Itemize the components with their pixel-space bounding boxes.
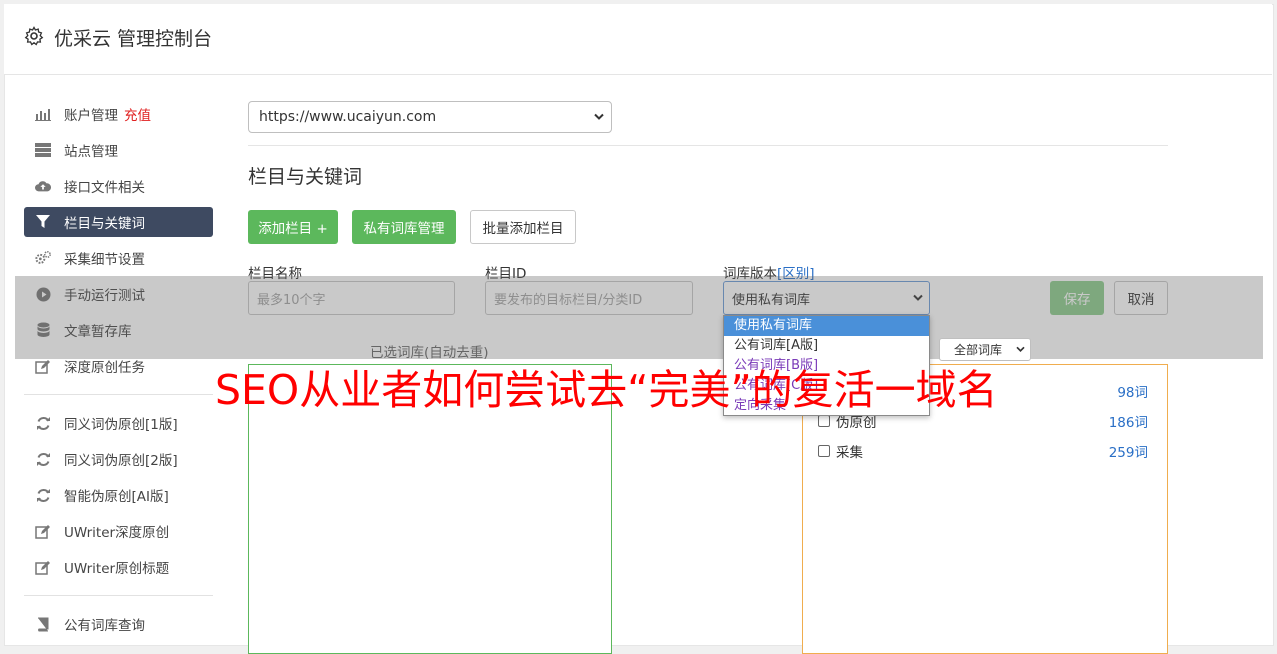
chevron-down-icon [594, 113, 604, 120]
dim-overlay-band [15, 276, 1263, 359]
sidebar-item-label: 栏目与关键词 [64, 216, 145, 232]
sidebar-item-label: 智能伪原创[AI版] [64, 489, 169, 505]
sidebar-item-collect-settings[interactable]: 采集细节设置 [24, 243, 213, 273]
sidebar-item-ai-original[interactable]: 智能伪原创[AI版] [24, 480, 213, 510]
book-icon [35, 616, 51, 632]
edit-icon [35, 559, 51, 575]
sidebar-item-synonym-2[interactable]: 同义词伪原创[2版] [24, 444, 213, 474]
chevron-down-icon [1016, 346, 1025, 353]
sidebar-item-uwriter-title[interactable]: UWriter原创标题 [24, 552, 213, 582]
overlay-caption: SEO从业者如何尝试去“完美”的复活一域名 [215, 366, 998, 414]
console-title: 优采云 管理控制台 [54, 28, 213, 50]
sidebar-item-label: 深度原创任务 [64, 360, 145, 376]
sidebar-divider [24, 394, 213, 395]
sidebar-item-label: 接口文件相关 [64, 180, 145, 196]
sidebar-item-label: 账户管理 [64, 108, 118, 124]
cloud-upload-icon [35, 178, 51, 194]
library-checkbox[interactable] [818, 415, 830, 427]
sidebar-item-synonym-1[interactable]: 同义词伪原创[1版] [24, 408, 213, 438]
sidebar-item-label: 同义词伪原创[2版] [64, 453, 178, 469]
gears-icon [35, 250, 51, 266]
section-divider [248, 145, 1168, 146]
library-name: 采集 [836, 445, 863, 461]
refresh-icon [35, 415, 51, 431]
sidebar-item-label: UWriter原创标题 [64, 561, 170, 577]
library-checkbox[interactable] [818, 445, 830, 457]
dropdown-option[interactable]: 使用私有词库 [724, 316, 929, 336]
bar-chart-icon [35, 106, 51, 122]
section-title: 栏目与关键词 [248, 166, 363, 188]
site-select[interactable]: https://www.ucaiyun.com [248, 101, 612, 133]
sidebar-item-label: UWriter深度原创 [64, 525, 170, 541]
refresh-icon [35, 487, 51, 503]
edit-icon [35, 523, 51, 539]
sidebar-item-label: 公有词库查询 [64, 618, 145, 634]
dropdown-option[interactable]: 公有词库[A版] [724, 336, 929, 356]
sidebar-item-account[interactable]: 账户管理 充值 [24, 99, 213, 129]
refresh-icon [35, 451, 51, 467]
sidebar-item-label: 采集细节设置 [64, 252, 145, 268]
sidebar-item-uwriter-deep[interactable]: UWriter深度原创 [24, 516, 213, 546]
batch-add-columns-button[interactable]: 批量添加栏目 [470, 210, 576, 244]
library-count: 259词 [1108, 445, 1148, 461]
filter-icon [35, 214, 51, 230]
sidebar-divider [24, 595, 213, 596]
site-select-value: https://www.ucaiyun.com [259, 109, 437, 125]
private-library-button[interactable]: 私有词库管理 [352, 210, 456, 244]
library-row[interactable]: 采集 259词 [818, 441, 1148, 461]
sidebar-item-public-lib-query[interactable]: 公有词库查询 [24, 609, 213, 639]
sidebar-item-columns[interactable]: 栏目与关键词 [24, 207, 213, 237]
server-icon [35, 142, 51, 158]
sidebar-item-sites[interactable]: 站点管理 [24, 135, 213, 165]
gear-icon [24, 26, 44, 46]
page-header: 优采云 管理控制台 [4, 4, 1272, 75]
sidebar-item-interface[interactable]: 接口文件相关 [24, 171, 213, 201]
add-column-button[interactable]: 添加栏目 + [248, 210, 338, 244]
edit-icon [35, 358, 51, 374]
sidebar-item-label: 站点管理 [64, 144, 118, 160]
library-count: 186词 [1108, 415, 1148, 431]
sidebar-item-label: 同义词伪原创[1版] [64, 417, 178, 433]
recharge-link[interactable]: 充值 [124, 104, 151, 124]
library-count: 98词 [1117, 385, 1148, 401]
